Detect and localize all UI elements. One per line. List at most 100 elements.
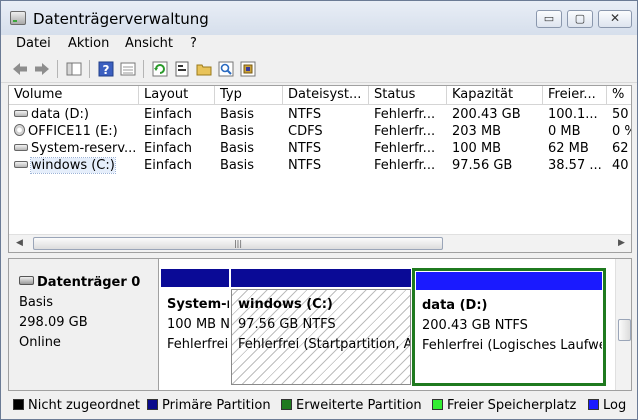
menu-aktion[interactable]: Aktion <box>68 35 109 53</box>
status-cell: Fehlerfr... <box>374 107 436 122</box>
minimize-icon: ▭ <box>543 12 555 25</box>
disk-info-panel[interactable]: Datenträger 0 Basis 298.09 GB Online <box>9 259 159 390</box>
scroll-left-icon[interactable]: ◀ <box>11 235 28 252</box>
column-header-volume[interactable]: Volume <box>9 86 139 105</box>
column-header-dateisystem[interactable]: Dateisyst... <box>283 86 369 105</box>
back-arrow-icon[interactable] <box>11 60 29 78</box>
forward-arrow-icon[interactable] <box>33 60 51 78</box>
column-header-layout[interactable]: Layout <box>139 86 215 105</box>
capacity-cell: 97.56 GB <box>452 158 513 173</box>
free-space-cell: 0 MB <box>548 124 581 139</box>
scroll-right-icon[interactable]: ▶ <box>613 235 630 252</box>
table-row[interactable]: data (D:) Einfach Basis NTFS Fehlerfr...… <box>9 106 631 123</box>
menu-ansicht[interactable]: Ansicht <box>125 35 173 53</box>
table-row[interactable]: OFFICE11 (E:) Einfach Basis CDFS Fehlerf… <box>9 123 631 140</box>
menu-bar: Datei Aktion Ansicht ? <box>1 35 637 55</box>
legend-item-primary: Primäre Partition <box>147 398 271 413</box>
maximize-icon: ▢ <box>574 12 586 25</box>
free-space-cell: 100.1... <box>548 107 598 122</box>
free-space-cell: 38.57 ... <box>548 158 602 173</box>
partition-color-bar <box>161 269 229 287</box>
layout-cell: Einfach <box>144 107 192 122</box>
status-cell: Fehlerfr... <box>374 124 436 139</box>
toolbar-separator <box>143 60 144 78</box>
partition-size: 97.56 GB NTFS <box>238 317 336 332</box>
drive-icon <box>14 110 28 117</box>
refresh-icon[interactable] <box>151 60 169 78</box>
capacity-cell: 100 MB <box>452 141 502 156</box>
partition-system-reserved[interactable]: System-r 100 MB N Fehlerfrei <box>161 269 229 385</box>
title-bar[interactable]: Datenträgerverwaltung ▭ ▢ ✕ <box>1 1 637 35</box>
settings-icon[interactable] <box>239 60 257 78</box>
table-row-selected[interactable]: windows (C:) Einfach Basis NTFS Fehlerfr… <box>9 157 631 174</box>
vertical-scrollbar[interactable] <box>615 259 631 390</box>
table-row[interactable]: System-reserv... Einfach Basis NTFS Fehl… <box>9 140 631 157</box>
close-button[interactable]: ✕ <box>598 10 632 28</box>
column-header-freier[interactable]: Freier... <box>543 86 607 105</box>
list-view-icon[interactable] <box>119 60 137 78</box>
properties-icon[interactable] <box>173 60 191 78</box>
partition-name: System-r <box>167 297 229 312</box>
layout-cell: Einfach <box>144 158 192 173</box>
legend-item-logical: Log <box>588 398 626 413</box>
column-header-kapazitaet[interactable]: Kapazität <box>447 86 543 105</box>
layout-cell: Einfach <box>144 141 192 156</box>
svg-text:?: ? <box>103 63 110 77</box>
open-folder-icon[interactable] <box>195 60 213 78</box>
filesystem-cell: CDFS <box>288 124 323 139</box>
disk-state: Online <box>19 335 61 350</box>
capacity-cell: 200.43 GB <box>452 107 521 122</box>
percent-free-cell: 40 <box>612 158 629 173</box>
column-header-percent[interactable]: % <box>607 86 631 105</box>
volume-list: Volume Layout Typ Dateisyst... Status Ka… <box>8 85 632 253</box>
horizontal-scrollbar[interactable]: ◀ ||| ▶ <box>9 234 631 252</box>
menu-help[interactable]: ? <box>190 35 197 53</box>
volume-name: System-reserv... <box>31 141 137 156</box>
drive-icon <box>14 161 28 168</box>
filesystem-cell: NTFS <box>288 107 322 122</box>
minimize-button[interactable]: ▭ <box>536 10 562 28</box>
toolbar: ? <box>1 56 637 83</box>
legend-item-extended: Erweiterte Partition <box>281 398 422 413</box>
partition-color-bar <box>416 272 602 290</box>
menu-datei[interactable]: Datei <box>16 35 51 53</box>
partition-windows-c[interactable]: windows (C:) 97.56 GB NTFS Fehlerfrei (S… <box>231 269 411 385</box>
legend-item-unallocated: Nicht zugeordnet <box>13 398 140 413</box>
disk-management-window: Datenträgerverwaltung ▭ ▢ ✕ Datei Aktion… <box>0 0 638 420</box>
partition-name: windows (C:) <box>238 297 333 312</box>
column-header-typ[interactable]: Typ <box>215 86 283 105</box>
extended-partition-frame[interactable]: data (D:) 200.43 GB NTFS Fehlerfrei (Log… <box>412 268 606 386</box>
percent-free-cell: 50 <box>612 107 629 122</box>
partition-data-d[interactable]: data (D:) 200.43 GB NTFS Fehlerfrei (Log… <box>416 292 602 382</box>
type-cell: Basis <box>220 107 255 122</box>
maximize-button[interactable]: ▢ <box>567 10 593 28</box>
column-header-status[interactable]: Status <box>369 86 447 105</box>
help-icon[interactable]: ? <box>97 60 115 78</box>
status-cell: Fehlerfr... <box>374 141 436 156</box>
hard-disk-icon <box>19 276 34 285</box>
volume-name: data (D:) <box>31 107 89 122</box>
type-cell: Basis <box>220 158 255 173</box>
legend-swatch <box>281 399 292 410</box>
partition-status: Fehlerfrei (Logisches Laufwe <box>422 338 602 353</box>
type-cell: Basis <box>220 141 255 156</box>
drive-icon <box>14 144 28 151</box>
filesystem-cell: NTFS <box>288 158 322 173</box>
disk-management-app-icon <box>10 11 26 25</box>
volume-name: OFFICE11 (E:) <box>28 124 118 139</box>
legend-swatch <box>432 399 443 410</box>
disk-type: Basis <box>19 295 54 310</box>
close-icon: ✕ <box>609 11 621 25</box>
console-tree-icon[interactable] <box>65 60 83 78</box>
cd-drive-icon <box>14 124 25 136</box>
partition-status: Fehlerfrei (Startpartition, Au <box>238 337 411 352</box>
horizontal-scrollbar-thumb[interactable]: ||| <box>33 237 443 250</box>
vertical-scrollbar-thumb[interactable] <box>618 319 631 341</box>
partition-size: 200.43 GB NTFS <box>422 318 528 333</box>
toolbar-separator <box>89 60 90 78</box>
partition-name: data (D:) <box>422 298 488 313</box>
layout-cell: Einfach <box>144 124 192 139</box>
partition-size: 100 MB N <box>167 317 229 332</box>
search-icon[interactable] <box>217 60 235 78</box>
volume-name: windows (C:) <box>30 157 116 174</box>
